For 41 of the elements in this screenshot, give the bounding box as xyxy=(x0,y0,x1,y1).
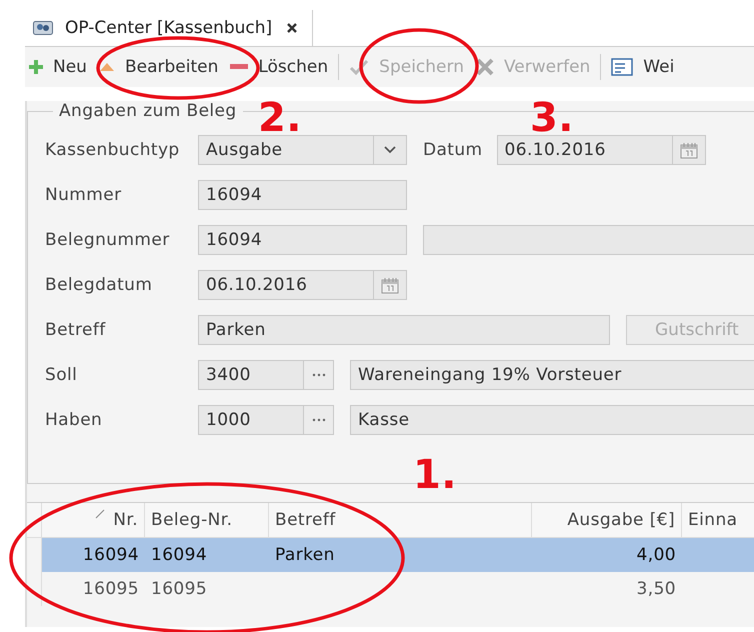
field-label: Betreff xyxy=(45,320,107,340)
table-cell: 3,50 xyxy=(636,579,676,599)
input-field[interactable]: 16094 xyxy=(198,225,407,255)
input-field[interactable]: Parken xyxy=(198,315,610,345)
input-field[interactable]: 1000 xyxy=(198,405,304,435)
field-label: Haben xyxy=(45,410,104,430)
field-label: Kassenbuchtyp xyxy=(45,140,181,160)
field-label: Datum xyxy=(423,140,483,160)
field-label: Belegdatum xyxy=(45,275,154,295)
table-cell: 16094 xyxy=(82,545,139,565)
table-cell: 16095 xyxy=(151,579,208,599)
input-field[interactable]: 16094 xyxy=(198,180,407,210)
delete-button[interactable]: Löschen xyxy=(228,57,330,77)
table-cell: 16095 xyxy=(82,579,139,599)
field-label: Soll xyxy=(45,365,78,385)
column-header[interactable]: Betreff xyxy=(269,503,532,537)
field-label: Belegnummer xyxy=(45,230,171,250)
field-label: Nummer xyxy=(45,185,122,205)
dropdown-field[interactable]: Ausgabe xyxy=(198,135,407,165)
edit-button[interactable]: Bearbeiten xyxy=(96,57,220,77)
annotation-number: 1. xyxy=(413,455,457,495)
table-cell: Parken xyxy=(275,545,335,565)
annotation-number: 2. xyxy=(258,98,302,138)
table-cell: 4,00 xyxy=(636,545,676,565)
tab-title: OP-Center [Kassenbuch] xyxy=(65,18,272,38)
table-cell: 16094 xyxy=(151,545,208,565)
table-row[interactable]: 16094 16094 Parken 4,00 xyxy=(27,538,754,572)
group-title: Angaben zum Beleg xyxy=(58,101,238,121)
column-header[interactable]: Nr. xyxy=(42,503,145,537)
form-button[interactable]: Wei xyxy=(609,57,676,77)
input-field[interactable]: Wareneingang 19% Vorsteuer xyxy=(350,360,754,390)
date-field[interactable]: 06.10.2016 xyxy=(198,270,407,300)
column-header[interactable]: Einna xyxy=(682,503,754,537)
date-field[interactable]: 06.10.2016 xyxy=(496,135,706,165)
add-button[interactable]: Neu xyxy=(27,57,89,77)
input-field[interactable]: 3400 xyxy=(198,360,304,390)
table-row[interactable]: 16095 16095 3,50 xyxy=(27,572,754,606)
annotation-number: 3. xyxy=(530,98,574,138)
column-header[interactable]: Ausgabe [€] xyxy=(532,503,682,537)
column-header[interactable]: Beleg-Nr. xyxy=(145,503,269,537)
input-field[interactable]: Kasse xyxy=(350,405,754,435)
